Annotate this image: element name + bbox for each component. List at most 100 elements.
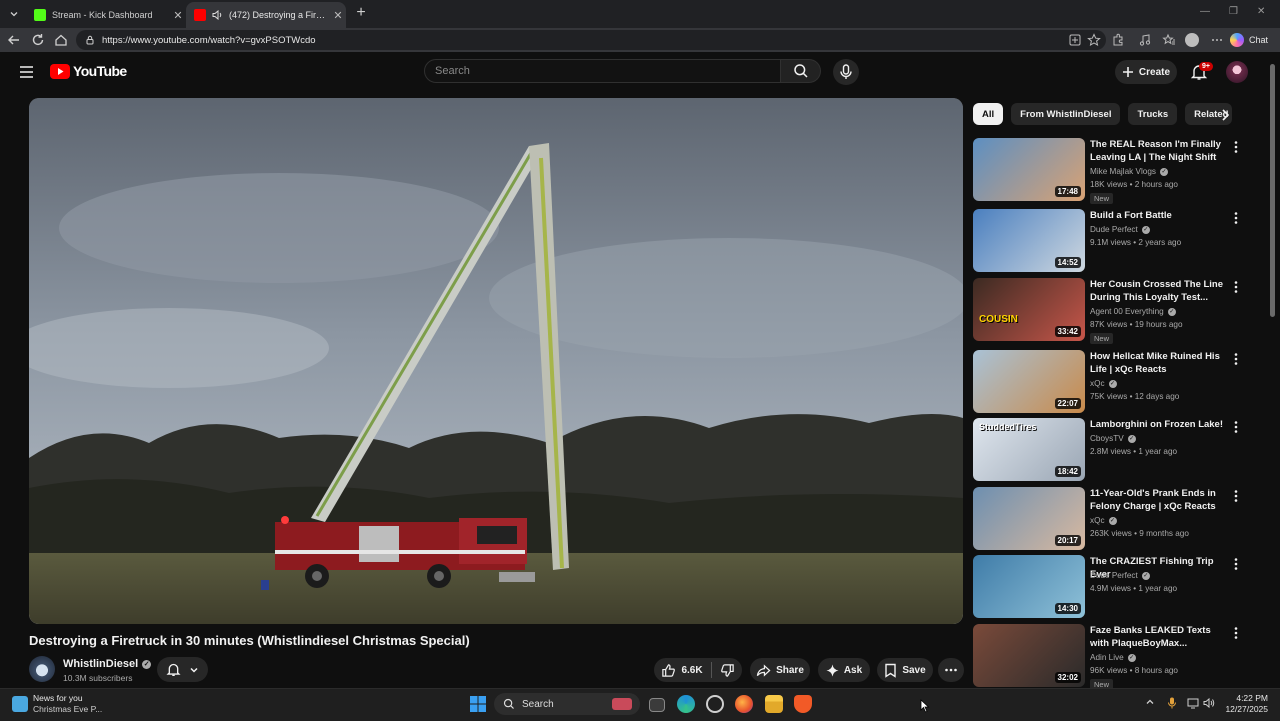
recommended-video[interactable]: 14:30 The CRAZIEST Fishing Trip Ever Dude … [973, 555, 1255, 621]
channel-name[interactable]: Dude Perfect ✓ [1090, 569, 1150, 582]
save-button[interactable]: Save [877, 658, 933, 682]
search-button[interactable] [781, 59, 821, 83]
chip-from-channel[interactable]: From WhistlinDiesel [1011, 103, 1121, 125]
video-thumbnail[interactable]: 14:52 [973, 209, 1085, 272]
chrome-app-icon[interactable] [706, 695, 724, 713]
video-thumbnail[interactable]: COUSIN 33:42 [973, 278, 1085, 341]
file-explorer-icon[interactable] [765, 695, 783, 713]
brave-browser-icon[interactable] [794, 695, 812, 713]
recommended-video[interactable]: COUSIN 33:42 Her Cousin Crossed The Line D… [973, 278, 1255, 344]
recommended-video[interactable]: 22:07 How Hellcat Mike Ruined His Life | … [973, 350, 1255, 416]
channel-name[interactable]: CbоysTV ✓ [1090, 432, 1136, 445]
more-vertical-icon[interactable] [1231, 140, 1241, 154]
ask-button[interactable]: Ask [818, 658, 870, 682]
video-title[interactable]: Her Cousin Crossed The Line During This … [1090, 278, 1228, 304]
recommended-video[interactable]: 32:02 Faze Banks LEAKED Texts with Plaque… [973, 624, 1255, 690]
new-tab-button[interactable]: + [352, 4, 370, 22]
subscribed-notifications-button[interactable] [157, 657, 208, 682]
tab-youtube-video[interactable]: (472) Destroying a Firetruck in 30 minut… [186, 2, 346, 28]
task-view-icon[interactable] [649, 698, 665, 712]
extensions-icon[interactable] [1111, 33, 1125, 47]
video-title[interactable]: How Hellcat Mike Ruined His Life | xQc R… [1090, 350, 1228, 376]
tab-list-chevron-icon[interactable] [4, 4, 24, 24]
recommended-video[interactable]: 17:48 The REAL Reason I'm Finally Leaving… [973, 138, 1255, 204]
account-avatar[interactable] [1226, 61, 1248, 83]
favorites-icon[interactable] [1162, 33, 1176, 47]
channel-avatar[interactable] [29, 656, 55, 682]
channel-name[interactable]: WhistlinDiesel ✓ [63, 658, 152, 670]
create-button[interactable]: Create [1115, 60, 1177, 84]
video-title[interactable]: The REAL Reason I'm Finally Leaving LA |… [1090, 138, 1228, 164]
channel-name[interactable]: Adin Live ✓ [1090, 651, 1136, 664]
channel-name[interactable]: Mike Majlak Vlogs ✓ [1090, 165, 1168, 178]
taskbar-clock[interactable]: 4:22 PM 12/27/2025 [1222, 693, 1268, 715]
video-thumbnail[interactable]: 20:17 [973, 487, 1085, 550]
profile-avatar-icon[interactable] [1185, 33, 1199, 47]
favorite-star-icon[interactable] [1087, 33, 1101, 47]
channel-name[interactable]: xQc ✓ [1090, 514, 1117, 527]
edge-browser-icon[interactable] [677, 695, 695, 713]
firefox-icon[interactable] [735, 695, 753, 713]
more-vertical-icon[interactable] [1231, 420, 1241, 434]
windows-start-icon[interactable] [469, 695, 487, 713]
more-vertical-icon[interactable] [1231, 557, 1241, 571]
search-input[interactable]: Search [424, 59, 781, 83]
audio-playing-icon[interactable] [212, 10, 223, 20]
more-actions-button[interactable] [938, 658, 964, 682]
more-vertical-icon[interactable] [1231, 489, 1241, 503]
video-title[interactable]: Faze Banks LEAKED Texts with PlaqueBoyMa… [1090, 624, 1228, 650]
copilot-chat-button[interactable]: Chat [1230, 31, 1268, 49]
video-title[interactable]: Lamborghini on Frozen Lake! [1090, 418, 1228, 431]
chip-all[interactable]: All [973, 103, 1004, 125]
video-thumbnail[interactable]: StuddedTires 18:42 [973, 418, 1085, 481]
tab-kick-dashboard[interactable]: Stream - Kick Dashboard ✕ [26, 2, 186, 28]
media-control-icon[interactable] [1138, 33, 1152, 47]
more-vertical-icon[interactable] [1231, 626, 1241, 640]
close-window-icon[interactable]: ✕ [1257, 6, 1265, 17]
microphone-tray-icon[interactable] [1167, 697, 1177, 709]
taskbar-search[interactable]: Search [494, 693, 640, 715]
video-thumbnail[interactable]: 32:02 [973, 624, 1085, 687]
youtube-logo[interactable]: YouTube [50, 63, 127, 79]
video-player[interactable] [29, 98, 963, 624]
recommended-video[interactable]: StuddedTires 18:42 Lamborghini on Frozen L… [973, 418, 1255, 484]
news-widget[interactable]: News for you Christmas Eve P... [12, 693, 102, 715]
home-icon[interactable] [53, 32, 69, 48]
app-available-icon[interactable] [1068, 33, 1082, 47]
network-icon[interactable] [1187, 697, 1199, 709]
windows-taskbar [0, 688, 1280, 721]
channel-name[interactable]: Dude Perfect ✓ [1090, 223, 1150, 236]
chevron-right-icon[interactable] [1215, 105, 1235, 125]
close-tab-icon[interactable]: ✕ [170, 9, 186, 22]
video-title[interactable]: Build a Fort Battle [1090, 209, 1228, 222]
address-bar[interactable]: https://www.youtube.com/watch?v=gvxPSOTW… [76, 30, 1106, 50]
more-vertical-icon[interactable] [1231, 352, 1241, 366]
site-info-icon[interactable] [85, 35, 95, 45]
video-thumbnail[interactable]: 22:07 [973, 350, 1085, 413]
taskbar-search-label: Search [522, 698, 554, 710]
minimize-icon[interactable]: — [1200, 6, 1210, 17]
scrollbar-thumb[interactable] [1270, 64, 1275, 317]
tray-overflow-chevron-icon[interactable] [1145, 697, 1155, 707]
more-vertical-icon[interactable] [1231, 211, 1241, 225]
channel-name[interactable]: Agent 00 Everything ✓ [1090, 305, 1176, 318]
share-button[interactable]: Share [750, 658, 810, 682]
video-thumbnail[interactable]: 17:48 [973, 138, 1085, 201]
chip-trucks[interactable]: Trucks [1128, 103, 1178, 125]
recommended-video[interactable]: 20:17 11-Year-Old's Prank Ends in Felony … [973, 487, 1255, 553]
recommended-video[interactable]: 14:52 Build a Fort Battle Dude Perfect ✓ 9.1… [973, 209, 1255, 275]
video-title[interactable]: 11-Year-Old's Prank Ends in Felony Charg… [1090, 487, 1228, 513]
back-icon[interactable] [6, 32, 22, 48]
dislike-button[interactable] [720, 663, 735, 678]
close-tab-icon[interactable]: ✕ [330, 9, 346, 22]
guide-menu-icon[interactable] [18, 64, 36, 80]
more-options-icon[interactable] [1210, 33, 1224, 47]
more-vertical-icon[interactable] [1231, 280, 1241, 294]
voice-search-button[interactable] [833, 59, 859, 85]
video-thumbnail[interactable]: 14:30 [973, 555, 1085, 618]
volume-icon[interactable] [1203, 697, 1215, 709]
channel-name[interactable]: xQc ✓ [1090, 377, 1117, 390]
maximize-icon[interactable]: ❐ [1229, 6, 1238, 17]
like-button[interactable]: 6.6K [661, 663, 703, 678]
reload-icon[interactable] [30, 32, 46, 48]
